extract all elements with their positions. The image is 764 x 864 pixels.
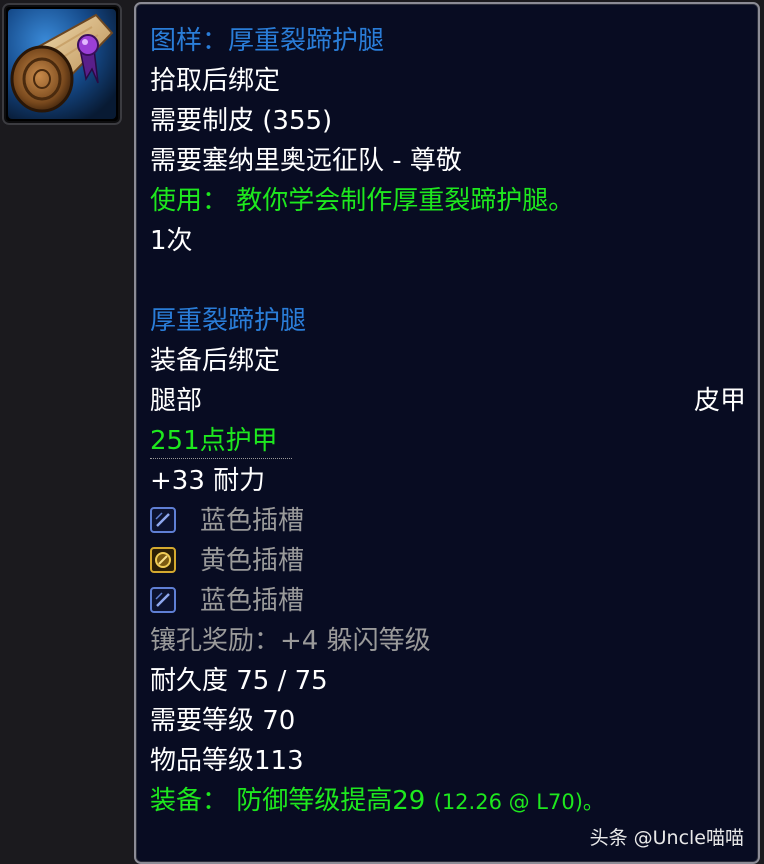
armor-type: 皮甲 — [693, 386, 746, 416]
charges: 1次 — [150, 226, 193, 256]
durability: 耐久度 75 / 75 — [150, 666, 328, 696]
level-requirement: 需要等级 70 — [150, 706, 296, 736]
bind-on-equip: 装备后绑定 — [150, 346, 281, 376]
profession-requirement: 需要制皮 (355) — [150, 106, 333, 136]
item-slot: 腿部 — [150, 386, 203, 416]
armor-value: 251点护甲 — [150, 426, 278, 456]
bind-on-pickup: 拾取后绑定 — [150, 66, 281, 96]
blue-socket-icon — [150, 587, 176, 613]
recipe-scroll-icon — [8, 9, 116, 119]
game-screen: 图样：厚重裂蹄护腿 拾取后绑定 需要制皮 (355) 需要塞纳里奥远征队 - 尊… — [0, 0, 764, 864]
socket-label: 黄色插槽 — [200, 546, 305, 576]
equip-effect-row: 装备： 防御等级提高29 (12.26 @ L70)。 — [150, 781, 748, 821]
socket-row: 黄色插槽 — [150, 541, 748, 581]
slot-row: 腿部 皮甲 — [150, 381, 748, 421]
item-tooltip: 图样：厚重裂蹄护腿 拾取后绑定 需要制皮 (355) 需要塞纳里奥远征队 - 尊… — [134, 2, 760, 864]
socket-label: 蓝色插槽 — [200, 586, 305, 616]
yellow-socket-icon — [150, 547, 176, 573]
equip-effect: 装备： 防御等级提高29 — [150, 786, 426, 816]
socket-row: 蓝色插槽 — [150, 581, 748, 621]
use-effect: 使用： 教你学会制作厚重裂蹄护腿。 — [150, 186, 575, 216]
reputation-requirement: 需要塞纳里奥远征队 - 尊敬 — [150, 146, 462, 176]
socket-label: 蓝色插槽 — [200, 506, 305, 536]
item-level: 物品等级113 — [150, 746, 304, 776]
blue-socket-icon — [150, 507, 176, 533]
armor-row: 251点护甲 — [150, 421, 748, 461]
armor-underline — [150, 458, 292, 459]
socket-bonus: 镶孔奖励：+4 躲闪等级 — [150, 626, 431, 656]
recipe-title: 图样：厚重裂蹄护腿 — [150, 26, 385, 56]
stamina-stat: +33 耐力 — [150, 466, 266, 496]
socket-row: 蓝色插槽 — [150, 501, 748, 541]
equip-effect-detail: (12.26 @ L70)。 — [433, 790, 604, 814]
watermark: 头条 @Uncle喵喵 — [589, 827, 744, 849]
item-icon-slot[interactable] — [2, 3, 122, 125]
item-name: 厚重裂蹄护腿 — [150, 306, 307, 336]
